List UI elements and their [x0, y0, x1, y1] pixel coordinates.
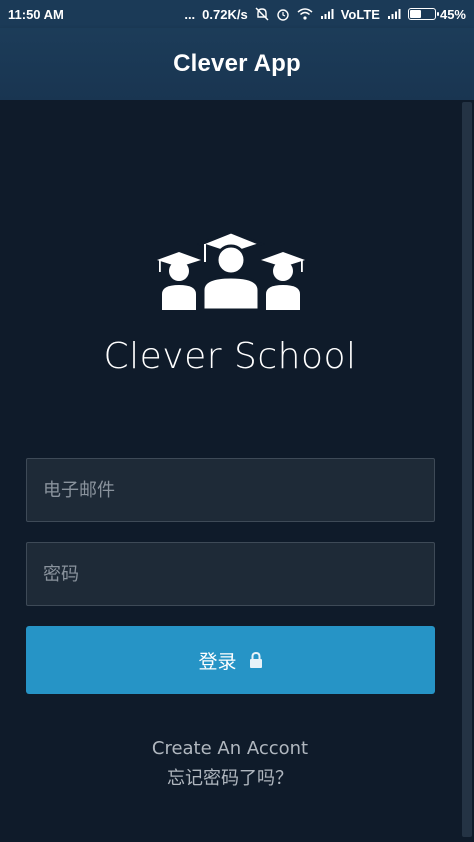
- status-indicators: ... 0.72K/s VoLTE 45%: [184, 7, 466, 22]
- school-name: Clever School: [103, 336, 357, 377]
- login-button[interactable]: 登录: [26, 626, 435, 694]
- email-input[interactable]: [26, 458, 435, 522]
- battery-percent: 45%: [439, 6, 466, 22]
- mute-icon: [255, 7, 269, 21]
- alarm-icon: [276, 7, 290, 21]
- app-bar: Clever App: [0, 28, 474, 100]
- wifi-icon: [297, 8, 313, 20]
- password-input[interactable]: [26, 542, 435, 606]
- scrollbar-thumb[interactable]: [462, 102, 472, 837]
- signal-icon: [387, 8, 401, 20]
- login-button-label: 登录: [198, 650, 237, 673]
- scrollbar[interactable]: [460, 100, 474, 842]
- battery-indicator: 45%: [407, 6, 466, 22]
- lock-icon: [249, 652, 263, 668]
- status-bar: 11:50 AM ... 0.72K/s VoLTE 45%: [0, 0, 474, 28]
- create-account-link[interactable]: Create An Accont: [0, 738, 460, 759]
- network-speed: 0.72K/s: [202, 6, 248, 22]
- login-screen: Clever School 登录 Create An Accont 忘记密码了吗…: [0, 100, 474, 842]
- status-time: 11:50 AM: [8, 6, 64, 22]
- app-title: Clever App: [173, 50, 301, 77]
- network-type: VoLTE: [340, 6, 380, 22]
- battery-fill: [409, 10, 421, 18]
- graduates-logo-icon: [157, 230, 305, 310]
- notification-dots: ...: [184, 6, 196, 22]
- forgot-password-link[interactable]: 忘记密码了吗？: [0, 764, 460, 790]
- battery-icon: [407, 8, 439, 20]
- signal-icon: [320, 8, 334, 20]
